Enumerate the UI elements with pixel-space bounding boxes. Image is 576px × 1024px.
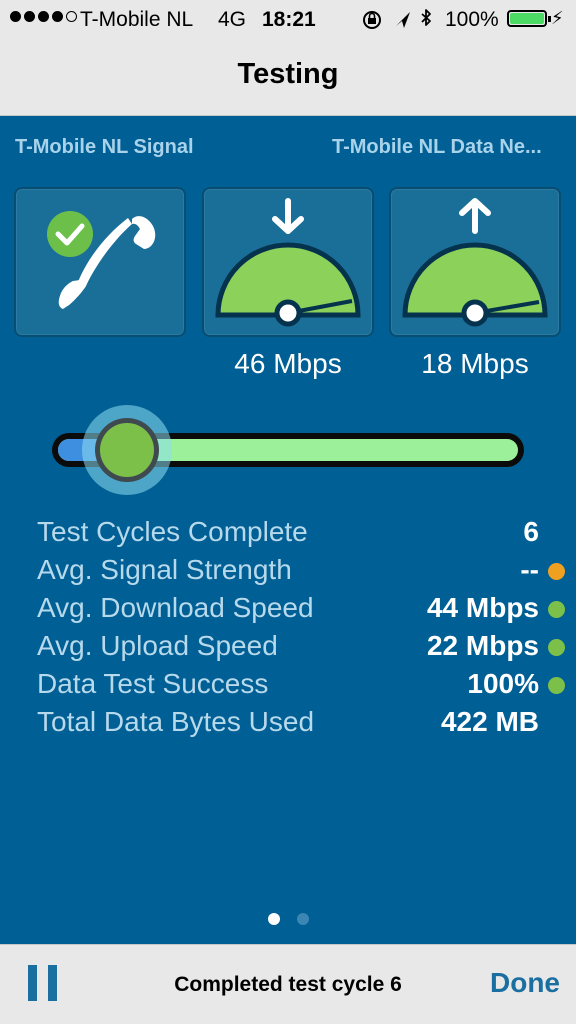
stat-label: Avg. Upload Speed <box>37 630 278 661</box>
bluetooth-icon <box>421 9 431 26</box>
speedometer-icon <box>402 242 548 327</box>
speedometer-icon <box>215 242 361 327</box>
stat-value: -- <box>520 554 539 585</box>
stat-row: Test Cycles Complete 6 <box>0 514 576 552</box>
done-button[interactable]: Done <box>490 967 560 999</box>
stat-label: Data Test Success <box>37 668 269 699</box>
up-arrow-icon <box>459 198 491 234</box>
clock: 18:21 <box>262 8 316 31</box>
call-test-tile[interactable] <box>14 187 186 337</box>
upload-test-tile[interactable] <box>389 187 561 337</box>
page-dot[interactable] <box>296 913 309 925</box>
stat-value: 422 MB <box>440 706 539 737</box>
check-circle-icon <box>47 211 93 257</box>
status-indicator-dot <box>548 563 565 580</box>
progress-knob[interactable] <box>82 405 172 495</box>
stat-label: Total Data Bytes Used <box>37 706 315 737</box>
charging-bolt-icon: ⚡ <box>551 8 564 28</box>
stat-value: 100% <box>467 668 539 699</box>
network-type: 4G <box>218 8 247 31</box>
stat-value: 44 Mbps <box>426 592 539 623</box>
orientation-lock-icon <box>363 11 381 29</box>
navigation-bar: Testing <box>0 40 576 116</box>
status-indicator-dot <box>548 639 565 656</box>
data-network-label: T-Mobile NL Data Ne... <box>332 136 542 158</box>
download-speed-value: 46 Mbps <box>234 348 342 379</box>
stat-label: Test Cycles Complete <box>37 516 308 547</box>
status-bar: T-Mobile NL 4G 18:21 100% ⚡ <box>0 0 576 40</box>
down-arrow-icon <box>272 198 304 234</box>
upload-speed-value: 18 Mbps <box>421 348 529 379</box>
stat-label: Avg. Signal Strength <box>37 554 292 585</box>
page-dot[interactable] <box>267 913 280 925</box>
signal-network-label: T-Mobile NL Signal <box>15 136 194 158</box>
stats-list: Test Cycles Complete 6 Avg. Signal Strengt… <box>0 514 576 742</box>
carrier-name: T-Mobile NL <box>80 8 194 31</box>
status-indicator-dot <box>548 601 565 618</box>
app-screen: T-Mobile NL 4G 18:21 100% ⚡ Testing T-Mo <box>0 0 576 1024</box>
stat-value: 6 <box>523 516 539 547</box>
battery-percent: 100% <box>445 8 499 31</box>
stat-row: Avg. Download Speed 44 Mbps <box>0 590 576 628</box>
status-icons <box>363 9 431 29</box>
signal-strength-icon <box>10 11 77 22</box>
page-title: Testing <box>237 58 339 90</box>
stat-value: 22 Mbps <box>426 630 539 661</box>
bottom-toolbar: Completed test cycle 6 Done <box>0 944 576 1024</box>
stat-row: Data Test Success 100% <box>0 666 576 704</box>
download-test-tile[interactable] <box>202 187 374 337</box>
stat-row: Avg. Upload Speed 22 Mbps <box>0 628 576 666</box>
page-indicator[interactable] <box>0 913 576 925</box>
status-indicator-dot <box>548 677 565 694</box>
battery-icon <box>507 10 551 27</box>
stat-row: Total Data Bytes Used 422 MB <box>0 704 576 742</box>
stat-label: Avg. Download Speed <box>37 592 314 623</box>
stat-row: Avg. Signal Strength -- <box>0 552 576 590</box>
location-arrow-icon <box>396 12 410 28</box>
